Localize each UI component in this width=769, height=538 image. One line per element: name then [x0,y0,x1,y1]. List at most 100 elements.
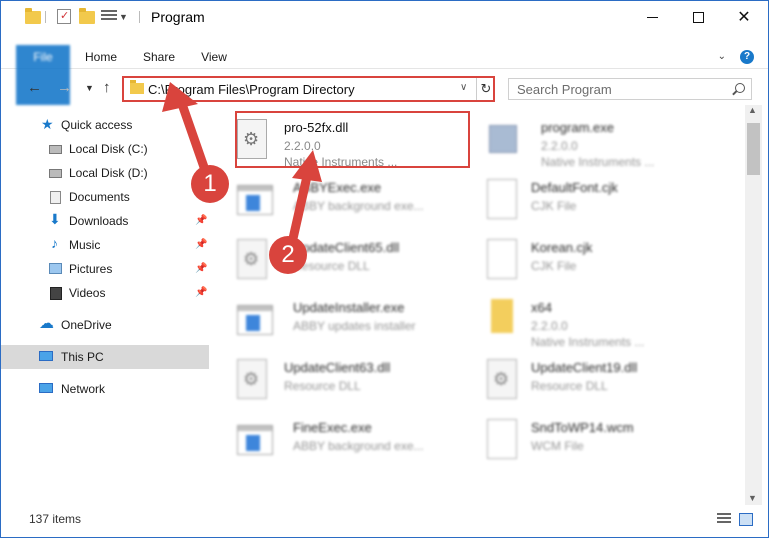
large-icons-view-icon[interactable] [739,513,753,526]
file-description: Resource DLL [284,379,361,393]
sidebar-item-this-pc[interactable]: This PC [1,345,209,369]
address-dropdown-icon[interactable]: ∨ [460,82,467,93]
file-item[interactable]: x64 2.2.0.0 Native Instruments ... [463,291,713,351]
up-arrow-icon[interactable]: ↑ [103,79,111,96]
recent-locations-icon[interactable]: ▼ [85,83,94,93]
search-input[interactable]: Search Program [517,82,612,97]
new-folder-icon[interactable] [79,8,95,25]
title-separator [139,11,140,23]
step-1-badge: 1 [191,165,229,203]
navigation-pane: ★ Quick access Local Disk (C:) Local Dis… [1,111,211,506]
file-company: Native Instruments ... [531,335,645,349]
close-button[interactable]: ✕ [721,1,767,33]
sidebar-item-downloads[interactable]: ⬇ Downloads 📌 [1,209,209,233]
title-bar: ▼ Program ✕ [1,1,768,33]
window-title: Program [151,9,205,25]
document-icon [487,419,517,459]
navigation-bar: ← → ▼ ↑ C:\Program Files\Program Directo… [1,73,768,103]
maximize-button[interactable] [675,1,721,33]
sidebar-item-music[interactable]: ♪ Music 📌 [1,233,209,257]
view-icon[interactable] [101,10,117,24]
details-view-icon[interactable] [717,513,731,526]
file-item[interactable]: FineExec.exe ABBY background exe... [213,411,463,471]
file-name: program.exe [541,120,614,135]
file-type: CJK File [531,259,577,273]
refresh-icon[interactable]: ↻ [476,78,495,100]
pin-icon[interactable]: 📌 [195,263,207,274]
document-icon [487,239,517,279]
sidebar-item-documents[interactable]: Documents [1,185,209,209]
sidebar-item-local-disk-d[interactable]: Local Disk (D:) [1,161,209,185]
pin-icon[interactable]: 📌 [195,215,207,226]
sidebar-item-label: Documents [69,190,130,204]
pictures-icon [49,263,62,274]
tab-share[interactable]: Share [137,45,181,69]
network-icon [39,383,53,393]
ribbon-tabs: File Home Share View ⌄ ? [1,45,768,105]
file-type: WCM File [531,439,584,453]
file-item[interactable]: program.exe 2.2.0.0 Native Instruments .… [463,111,713,171]
sidebar-item-label: Videos [69,286,106,300]
file-item[interactable]: UpdateInstaller.exe ABBY updates install… [213,291,463,351]
close-icon: ✕ [737,9,751,26]
file-item[interactable]: UpdateClient19.dll Resource DLL [463,351,713,411]
tab-home[interactable]: Home [79,45,123,69]
sidebar-item-label: Local Disk (C:) [69,142,148,156]
minimize-button[interactable] [629,1,675,33]
sidebar-item-quick-access[interactable]: ★ Quick access [1,113,209,137]
pin-icon[interactable]: 📌 [195,287,207,298]
maximize-icon [692,11,704,23]
file-item[interactable]: SndToWP14.wcm WCM File [463,411,713,471]
sidebar-item-label: Music [69,238,101,252]
sidebar-item-pictures[interactable]: Pictures 📌 [1,257,209,281]
search-icon [735,83,745,93]
file-name: Korean.cjk [531,240,593,255]
address-bar[interactable]: C:\Program Files\Program Directory ∨ ↻ [122,76,495,102]
help-icon[interactable]: ? [740,50,754,64]
minimize-icon [646,16,658,18]
expand-ribbon-icon[interactable]: ⌄ [718,51,726,62]
sidebar-item-local-disk-c[interactable]: Local Disk (C:) [1,137,209,161]
file-item[interactable]: ABBYExec.exe ABBY background exe... [213,171,463,231]
file-item[interactable]: DefaultFont.cjk CJK File [463,171,713,231]
star-icon: ★ [41,116,54,132]
sidebar-item-onedrive[interactable]: ☁ OneDrive [1,313,209,337]
file-description: Resource DLL [531,379,608,393]
step-2-badge: 2 [269,236,307,274]
sidebar-item-network[interactable]: Network [1,377,209,401]
dll-icon [487,359,517,399]
program-icon [487,119,517,155]
file-item[interactable]: UpdateClient63.dll Resource DLL [213,351,463,411]
scroll-down-icon[interactable]: ▼ [748,493,757,503]
sidebar-item-label: Local Disk (D:) [69,166,148,180]
download-icon: ⬇ [49,211,61,227]
sidebar-item-videos[interactable]: Videos 📌 [1,281,209,305]
sidebar-item-label: OneDrive [61,318,112,332]
file-name: FineExec.exe [293,420,372,435]
cloud-icon: ☁ [39,315,54,332]
file-item[interactable]: Korean.cjk CJK File [463,231,713,291]
drive-icon [49,145,62,154]
search-box[interactable]: Search Program [508,78,752,100]
dll-icon [237,239,267,279]
videos-icon [50,287,62,300]
sidebar-item-label: Network [61,382,106,396]
vertical-scrollbar[interactable]: ▲ ▼ [745,105,762,505]
back-arrow-icon[interactable]: ← [27,79,42,96]
exe-icon [237,425,273,455]
file-item[interactable]: UpdateClient65.dll Resource DLL [213,231,463,291]
file-name: SndToWP14.wcm [531,420,634,435]
pin-icon[interactable]: 📌 [195,239,207,250]
document-icon [487,179,517,219]
tab-view[interactable]: View [194,45,234,69]
folder-icon [491,299,513,333]
scrollbar-thumb[interactable] [747,123,760,175]
file-version: 2.2.0.0 [531,319,568,333]
qa-dropdown-icon[interactable]: ▼ [119,12,128,22]
forward-arrow-icon[interactable]: → [57,79,72,96]
address-path[interactable]: C:\Program Files\Program Directory [148,82,355,97]
sidebar-item-label: Pictures [69,262,113,276]
pc-icon [39,351,53,361]
scroll-up-icon[interactable]: ▲ [748,105,757,115]
file-name: UpdateClient19.dll [531,360,638,375]
